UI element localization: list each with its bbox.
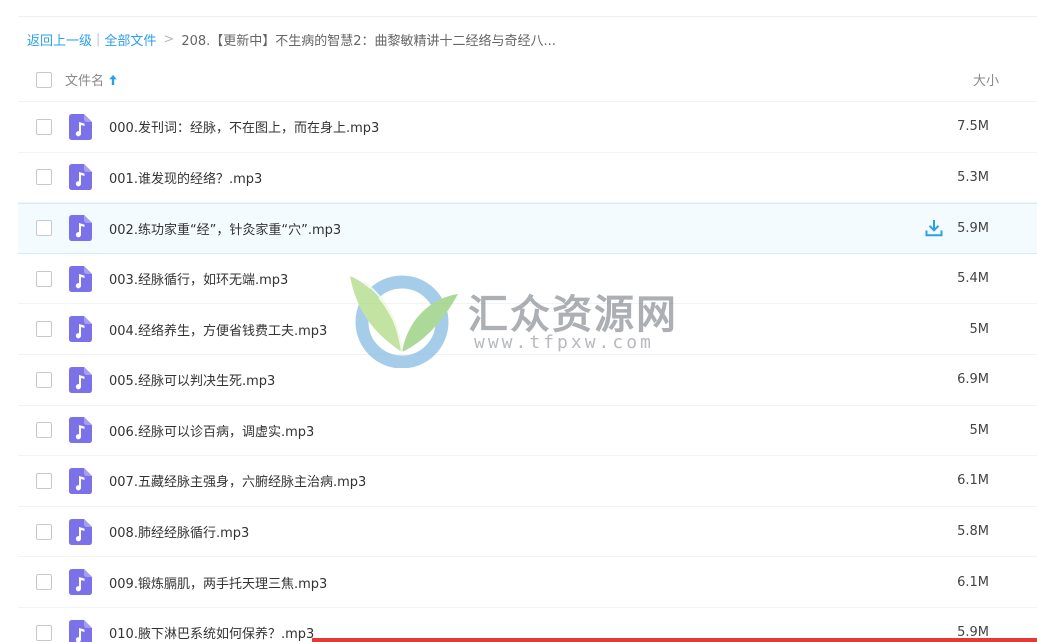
file-size: 6.1M [957, 574, 989, 590]
all-files-link[interactable]: 全部文件 [104, 30, 156, 49]
file-size: 5.4M [957, 271, 989, 287]
file-name[interactable]: 010.腋下淋巴系统如何保养？.mp3 [109, 623, 314, 642]
row-checkbox[interactable] [36, 624, 52, 641]
download-icon[interactable] [924, 218, 944, 238]
row-checkbox[interactable] [36, 574, 52, 591]
bottom-red-bar [312, 638, 1037, 642]
row-checkbox[interactable] [36, 169, 52, 186]
row-checkbox[interactable] [36, 472, 52, 489]
name-column-label: 文件名 [65, 74, 105, 89]
audio-file-icon [69, 113, 92, 140]
audio-file-icon [69, 366, 92, 393]
file-row[interactable]: 002.练功家重“经”，针灸家重“穴”.mp3 5.9M [18, 203, 1037, 254]
file-name[interactable]: 008.肺经经脉循行.mp3 [109, 522, 249, 541]
row-checkbox[interactable] [36, 118, 52, 135]
file-row[interactable]: 000.发刊词：经脉，不在图上，而在身上.mp3 7.5M [18, 102, 1037, 153]
file-list: 文件名 大小 000.发刊词：经脉，不在图上，而在身上.mp3 7.5M 001.谁… [18, 58, 1037, 642]
breadcrumb-chevron: > [163, 31, 175, 47]
audio-file-icon [69, 316, 92, 343]
file-size: 5.9M [957, 220, 989, 236]
file-row[interactable]: 005.经脉可以判决生死.mp3 6.9M [18, 355, 1037, 406]
audio-file-icon [69, 265, 92, 292]
file-row[interactable]: 009.锻炼膈肌，两手托天理三焦.mp3 6.1M [18, 557, 1037, 608]
file-name[interactable]: 009.锻炼膈肌，两手托天理三焦.mp3 [109, 573, 327, 592]
row-checkbox[interactable] [36, 321, 52, 338]
file-size: 5.8M [957, 524, 989, 540]
row-checkbox[interactable] [36, 523, 52, 540]
file-row[interactable]: 004.经络养生，方便省钱费工夫.mp3 5M [18, 304, 1037, 355]
breadcrumb-current-folder: 208.【更新中】不生病的智慧2：曲黎敏精讲十二经络与奇经八... [181, 33, 556, 49]
file-size: 5M [969, 422, 990, 438]
audio-file-icon [69, 164, 92, 191]
file-size: 5.3M [957, 169, 989, 185]
audio-file-icon [69, 619, 92, 642]
file-row[interactable]: 010.腋下淋巴系统如何保养？.mp3 5.9M [18, 608, 1037, 642]
file-name[interactable]: 006.经脉可以诊百病，调虚实.mp3 [109, 421, 314, 440]
row-checkbox[interactable] [36, 422, 52, 439]
file-name[interactable]: 005.经脉可以判决生死.mp3 [109, 370, 275, 389]
size-column-header[interactable]: 大小 [973, 70, 999, 89]
file-name[interactable]: 003.经脉循行，如环无端.mp3 [109, 269, 288, 288]
breadcrumb-separator: | [96, 31, 101, 47]
file-row[interactable]: 007.五藏经脉主强身，六腑经脉主治病.mp3 6.1M [18, 456, 1037, 507]
file-name[interactable]: 001.谁发现的经络？.mp3 [109, 168, 262, 187]
file-size: 6.1M [957, 473, 989, 489]
audio-file-icon [69, 417, 92, 444]
file-row[interactable]: 003.经脉循行，如环无端.mp3 5.4M [18, 254, 1037, 305]
file-name[interactable]: 000.发刊词：经脉，不在图上，而在身上.mp3 [109, 117, 379, 136]
file-size: 6.9M [957, 372, 989, 388]
top-divider [18, 16, 1037, 17]
file-name[interactable]: 007.五藏经脉主强身，六腑经脉主治病.mp3 [109, 471, 366, 490]
file-row[interactable]: 008.肺经经脉循行.mp3 5.8M [18, 507, 1037, 558]
select-all-checkbox[interactable] [36, 71, 52, 88]
row-checkbox[interactable] [36, 220, 52, 237]
file-rows: 000.发刊词：经脉，不在图上，而在身上.mp3 7.5M 001.谁发现的经络？.… [18, 102, 1037, 642]
audio-file-icon [69, 215, 92, 242]
row-checkbox[interactable] [36, 270, 52, 287]
arrow-up-icon[interactable] [108, 74, 118, 86]
name-column-header[interactable]: 文件名 [65, 70, 118, 89]
list-header: 文件名 大小 [18, 58, 1037, 102]
file-size: 5M [969, 321, 990, 337]
audio-file-icon [69, 518, 92, 545]
file-name[interactable]: 002.练功家重“经”，针灸家重“穴”.mp3 [109, 219, 341, 238]
file-row[interactable]: 006.经脉可以诊百病，调虚实.mp3 5M [18, 406, 1037, 457]
row-checkbox[interactable] [36, 371, 52, 388]
back-link[interactable]: 返回上一级 [27, 30, 92, 49]
breadcrumb: 返回上一级 | 全部文件 > 208.【更新中】不生病的智慧2：曲黎敏精讲十二经… [27, 30, 556, 49]
audio-file-icon [69, 569, 92, 596]
file-row[interactable]: 001.谁发现的经络？.mp3 5.3M [18, 153, 1037, 204]
file-size: 7.5M [957, 119, 989, 135]
file-name[interactable]: 004.经络养生，方便省钱费工夫.mp3 [109, 320, 327, 339]
audio-file-icon [69, 467, 92, 494]
